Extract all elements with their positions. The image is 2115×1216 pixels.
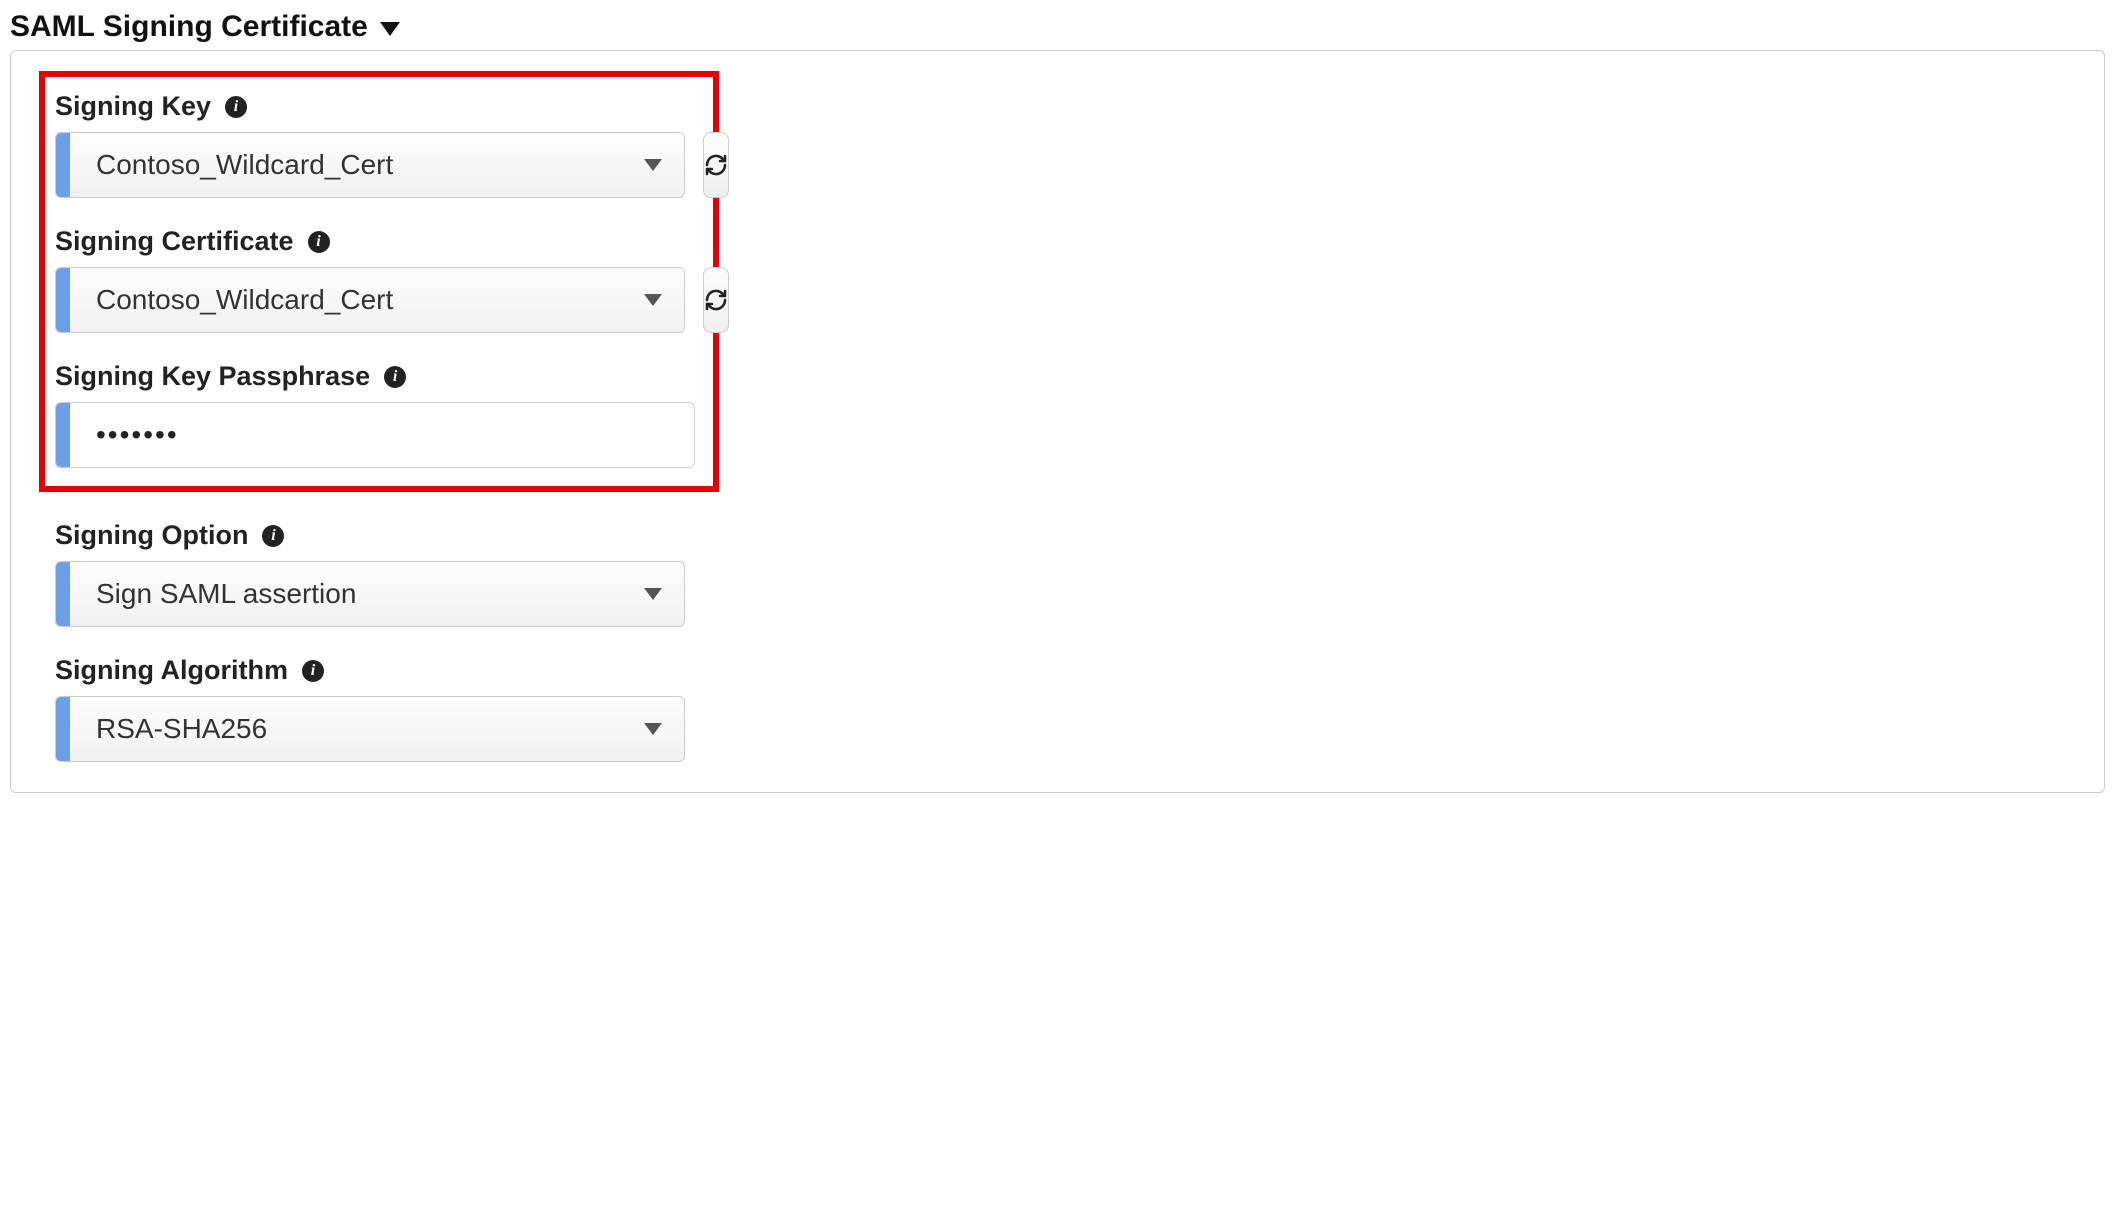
accent-bar: [56, 562, 70, 626]
field-label-row: Signing Algorithm i: [55, 655, 2060, 686]
chevron-down-icon: [644, 294, 662, 306]
field-signing-key: Signing Key i Contoso_Wildcard_Cert: [55, 91, 695, 198]
select-row: Sign SAML assertion: [55, 561, 2060, 627]
signing-option-value: Sign SAML assertion: [70, 578, 644, 610]
field-signing-key-passphrase: Signing Key Passphrase i: [55, 361, 695, 468]
highlight-box: Signing Key i Contoso_Wildcard_Cert: [39, 71, 719, 492]
info-icon[interactable]: i: [302, 660, 324, 682]
signing-certificate-select[interactable]: Contoso_Wildcard_Cert: [55, 267, 685, 333]
accent-bar: [56, 697, 70, 761]
info-icon[interactable]: i: [384, 366, 406, 388]
signing-algorithm-value: RSA-SHA256: [70, 713, 644, 745]
saml-signing-certificate-panel: Signing Key i Contoso_Wildcard_Cert: [10, 50, 2105, 793]
signing-option-select[interactable]: Sign SAML assertion: [55, 561, 685, 627]
info-icon[interactable]: i: [308, 231, 330, 253]
accent-bar: [56, 268, 70, 332]
signing-key-passphrase-field[interactable]: [55, 402, 695, 468]
section-header[interactable]: SAML Signing Certificate: [10, 10, 2105, 44]
accent-bar: [56, 133, 70, 197]
accent-bar: [56, 403, 70, 467]
signing-algorithm-select[interactable]: RSA-SHA256: [55, 696, 685, 762]
signing-key-select[interactable]: Contoso_Wildcard_Cert: [55, 132, 685, 198]
field-signing-algorithm: Signing Algorithm i RSA-SHA256: [55, 655, 2060, 762]
refresh-icon: [704, 288, 728, 312]
field-label-row: Signing Certificate i: [55, 226, 695, 257]
caret-down-icon: [380, 22, 400, 36]
signing-key-label: Signing Key: [55, 91, 211, 122]
select-row: Contoso_Wildcard_Cert: [55, 132, 695, 198]
info-icon[interactable]: i: [262, 525, 284, 547]
select-row: RSA-SHA256: [55, 696, 2060, 762]
field-label-row: Signing Option i: [55, 520, 2060, 551]
chevron-down-icon: [644, 159, 662, 171]
signing-key-value: Contoso_Wildcard_Cert: [70, 149, 644, 181]
refresh-button[interactable]: [703, 132, 729, 198]
refresh-button[interactable]: [703, 267, 729, 333]
chevron-down-icon: [644, 723, 662, 735]
signing-key-passphrase-label: Signing Key Passphrase: [55, 361, 370, 392]
signing-algorithm-label: Signing Algorithm: [55, 655, 288, 686]
field-signing-option: Signing Option i Sign SAML assertion: [55, 520, 2060, 627]
select-row: Contoso_Wildcard_Cert: [55, 267, 695, 333]
info-icon[interactable]: i: [225, 96, 247, 118]
section-title: SAML Signing Certificate: [10, 10, 368, 44]
chevron-down-icon: [644, 588, 662, 600]
signing-certificate-label: Signing Certificate: [55, 226, 294, 257]
refresh-icon: [704, 153, 728, 177]
field-signing-certificate: Signing Certificate i Contoso_Wildcard_C…: [55, 226, 695, 333]
signing-certificate-value: Contoso_Wildcard_Cert: [70, 284, 644, 316]
signing-option-label: Signing Option: [55, 520, 248, 551]
field-label-row: Signing Key i: [55, 91, 695, 122]
signing-key-passphrase-input[interactable]: [70, 419, 694, 451]
field-label-row: Signing Key Passphrase i: [55, 361, 695, 392]
